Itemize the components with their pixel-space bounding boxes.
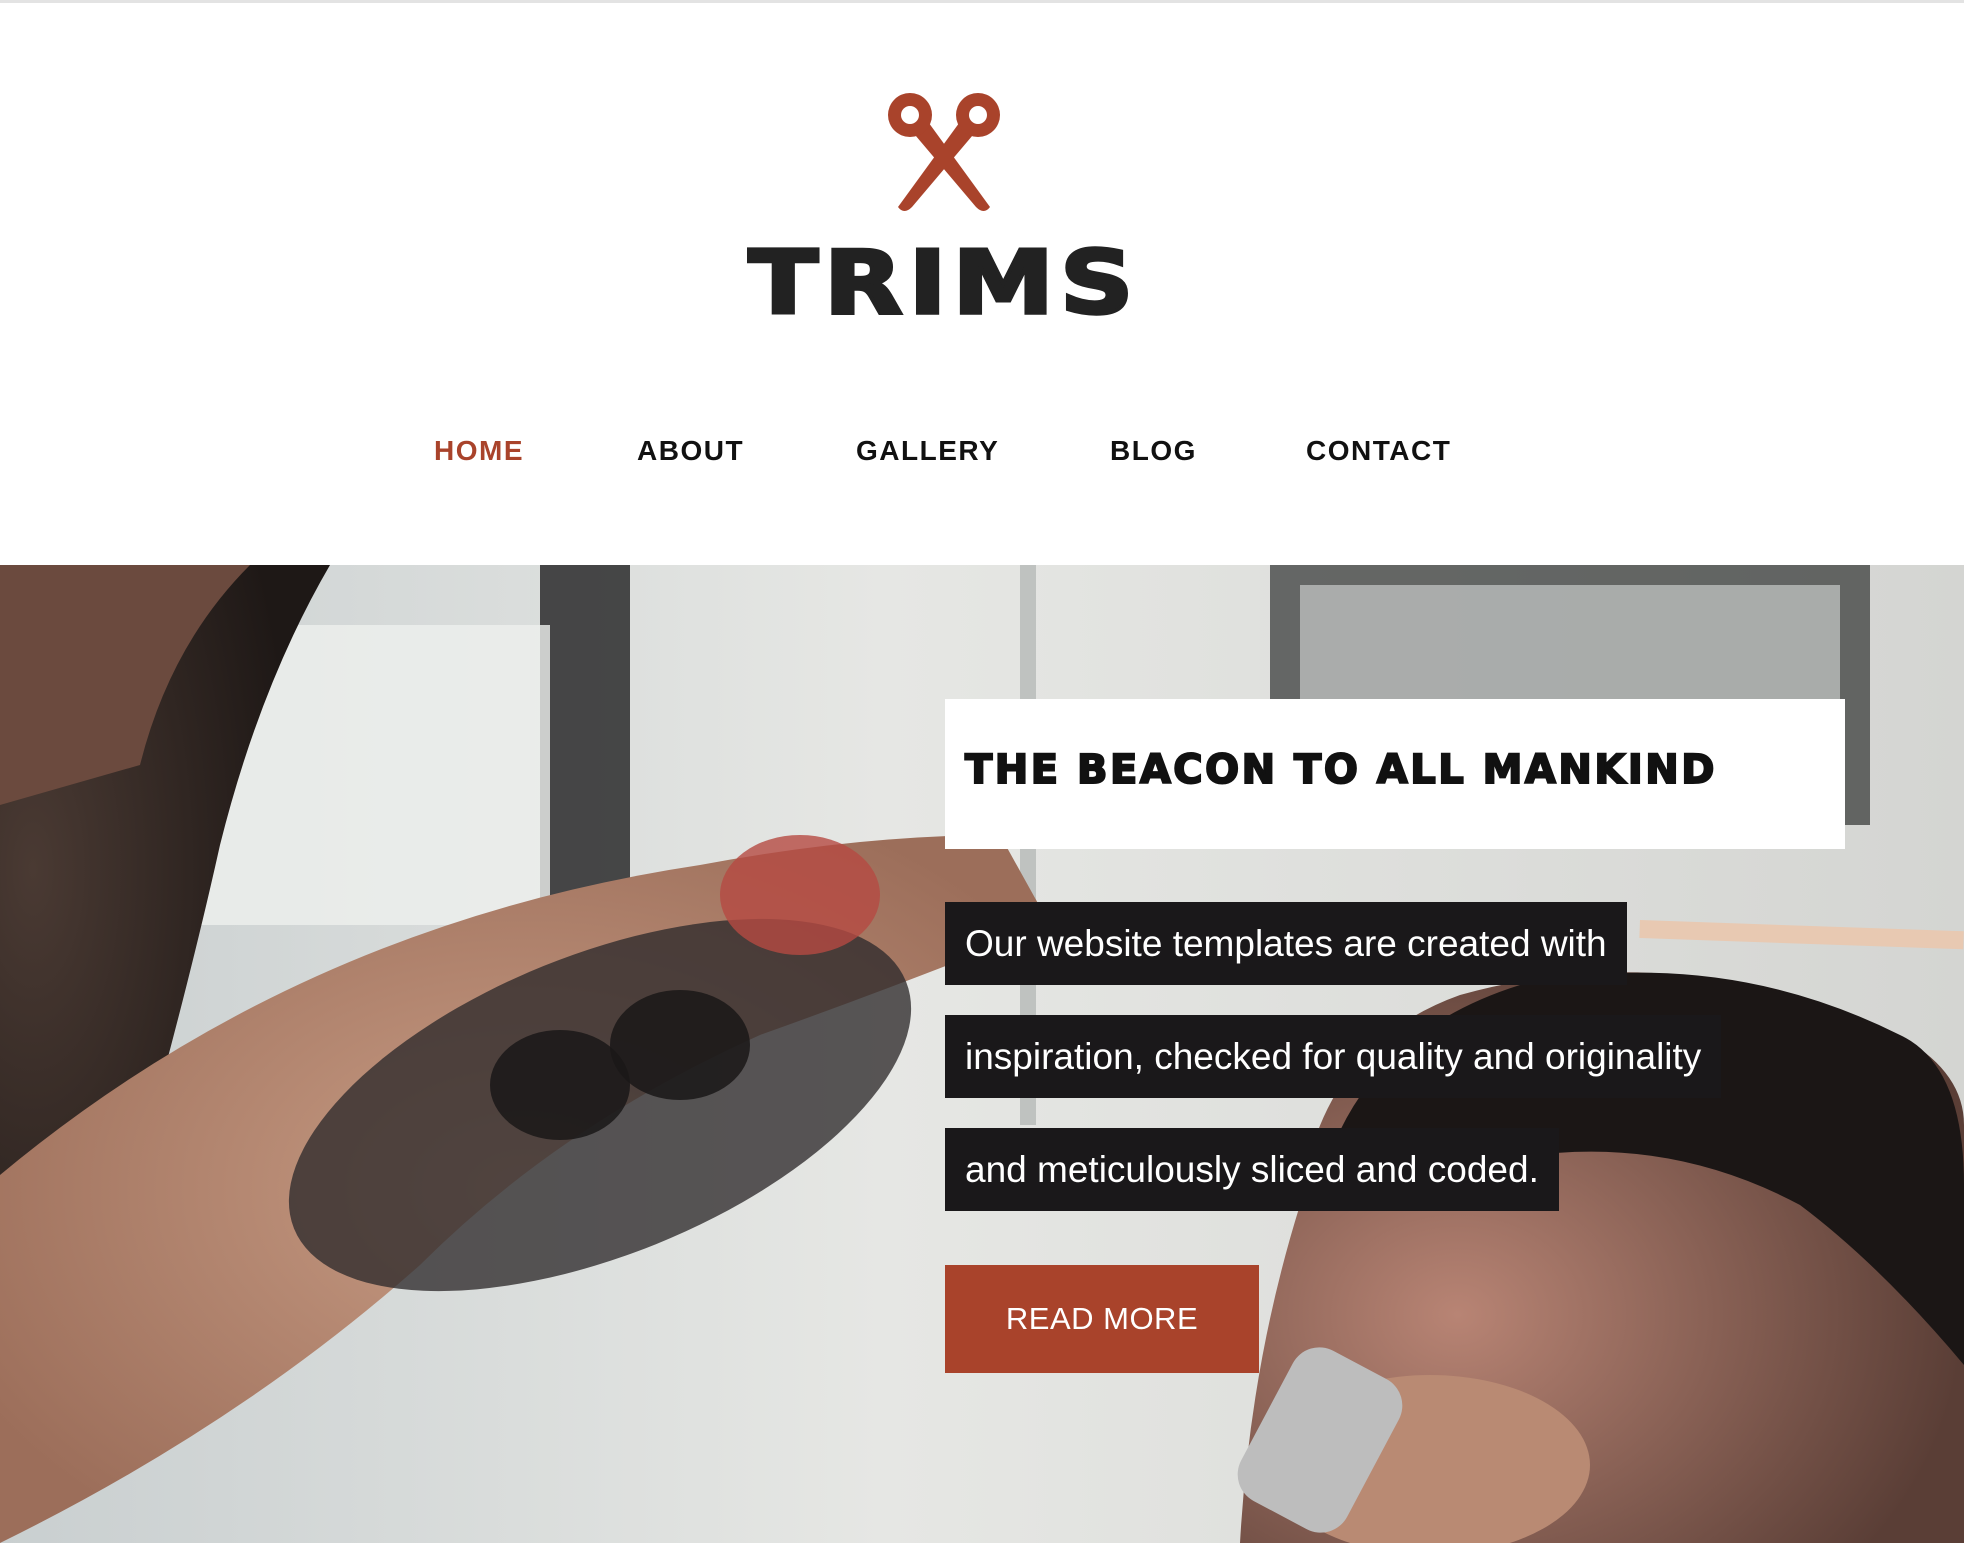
headline-box: THE BEACON TO ALL MANKIND (945, 699, 1845, 849)
hero-text-line: inspiration, checked for quality and ori… (945, 1015, 1722, 1098)
nav-item-about[interactable]: ABOUT (637, 435, 744, 467)
nav-item-gallery[interactable]: GALLERY (856, 435, 999, 467)
nav-item-contact[interactable]: CONTACT (1306, 435, 1451, 467)
hero-section: THE BEACON TO ALL MANKIND Our website te… (0, 565, 1964, 1543)
scissors-icon (888, 93, 1000, 211)
nav-item-blog[interactable]: BLOG (1110, 435, 1197, 467)
main-nav: HOME ABOUT GALLERY BLOG CONTACT (0, 435, 1964, 475)
top-rule (0, 0, 1964, 3)
hero-text-line: and meticulously sliced and coded. (945, 1128, 1559, 1211)
read-more-button[interactable]: READ MORE (945, 1265, 1259, 1373)
nav-item-home[interactable]: HOME (434, 435, 524, 467)
hero-headline: THE BEACON TO ALL MANKIND (964, 746, 1717, 794)
brand-wordmark[interactable]: TRIMS (0, 238, 1888, 329)
hero-text-line: Our website templates are created with (945, 902, 1627, 985)
